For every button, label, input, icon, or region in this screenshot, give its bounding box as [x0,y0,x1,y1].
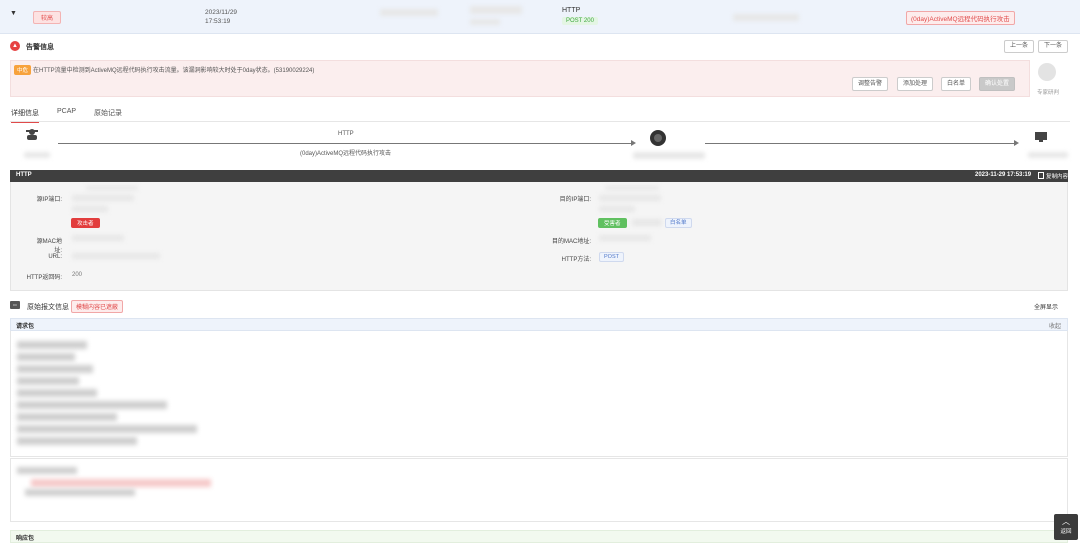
redacted-field [17,437,137,445]
redacted-field [17,353,75,361]
response-label: 响应包 [16,536,35,542]
redacted-field [86,186,138,190]
alert-summary-box: 中危 在HTTP流量中检测到ActiveMQ远程代码执行攻击流量。该漏洞影响较大… [10,60,1030,97]
flow-attack-label: (0day)ActiveMQ远程代码执行攻击 [300,151,392,157]
redacted-field [470,19,500,25]
request-header[interactable]: 请求包 收起 [10,318,1068,331]
copy-content-button[interactable]: 复制内容 [1046,172,1068,180]
dst-ip-label: 目的IP端口: [559,197,591,203]
flow-protocol-label: HTTP [338,131,354,137]
src-ip-label: 源IP端口: [36,197,62,203]
http-detail-panel [10,182,1068,291]
redacted-field [17,401,167,409]
url-label: URL: [48,254,62,260]
http-detail-bar: HTTP 2023-11-29 17:53:19 复制内容 [10,170,1068,182]
whitelist-button[interactable]: 白名单 [941,77,972,91]
raw-packet-title: 原始报文信息 [27,304,69,311]
http-method-label: HTTP方法: [561,257,591,263]
redacted-field [72,206,108,212]
request-payload [10,458,1068,522]
expert-label[interactable]: 专家研判 [1037,88,1059,96]
redacted-field [24,152,50,158]
confirm-handling-button[interactable]: 确认处置 [979,77,1016,91]
redacted-field [17,341,87,349]
redacted-field [17,389,97,397]
redacted-field [72,253,160,259]
flow-arrow-line [705,143,1015,144]
redacted-field [380,9,438,16]
severity-badge: 较高 [33,11,62,24]
redacted-field [605,186,659,190]
redacted-field [17,365,93,373]
redacted-field [17,467,77,474]
request-label: 请求包 [16,324,35,330]
response-header[interactable]: 响应包 [10,530,1068,543]
add-handling-button[interactable]: 添加处理 [897,77,934,91]
flow-arrow-head-icon [631,140,636,146]
http-bar-label: HTTP [16,172,32,178]
redacted-field [72,195,134,201]
request-toggle[interactable]: 收起 [1049,321,1061,330]
prev-button[interactable]: 上一条 [1004,40,1035,53]
back-to-top-button[interactable]: ︿ 返回 [1054,514,1078,540]
alert-title-tag: (0day)ActiveMQ远程代码执行攻击 [906,11,1015,25]
redacted-field [599,206,635,212]
risk-level-badge: 中危 [14,65,32,75]
redacted-field [1028,152,1068,158]
redacted-field [17,377,79,385]
target-server-icon [650,130,666,146]
alert-date: 2023/11/29 [205,9,238,16]
redacted-field [599,235,651,241]
redacted-field [72,235,124,241]
redacted-payload-highlight [31,479,211,487]
http-method-value: POST [599,252,624,262]
flow-arrow-line [58,143,632,144]
chevron-up-icon: ︿ [1062,517,1070,526]
request-body [10,331,1068,457]
redacted-field [632,219,662,226]
src-mac-label: 源MAC地址: [36,239,62,254]
fullscreen-button[interactable]: 全屏显示 [1034,302,1058,311]
monitor-icon [1035,132,1047,142]
http-status-label: HTTP返回码: [26,275,62,281]
flow-arrow-head-icon [1014,140,1019,146]
row-method: POST [566,18,583,24]
attacker-icon [26,129,38,140]
alert-datetime: 2023/11/29 17:53:19 [205,8,237,26]
victim-tag: 受害者 [598,218,627,228]
raw-packet-note: 模糊内容已遮蔽 [71,300,124,313]
alert-list-row[interactable]: ▼ 较高 2023/11/29 17:53:19 HTTP POST 200 (… [0,0,1080,34]
back-to-top-label: 返回 [1060,529,1072,535]
redacted-field [17,413,117,421]
row-protocol: HTTP [562,7,581,14]
next-button[interactable]: 下一条 [1038,40,1069,53]
redacted-field [599,195,661,201]
collapse-caret-icon[interactable]: ▼ [10,10,17,17]
tab-pcap[interactable]: PCAP [57,108,76,115]
attacker-tag: 攻击者 [71,218,100,228]
http-bar-timestamp: 2023-11-29 17:53:19 [975,172,1032,178]
redacted-field [733,14,799,21]
tab-divider [10,121,1070,122]
tab-raw-record[interactable]: 原始记录 [94,108,122,118]
copy-icon[interactable] [1038,172,1044,179]
whitelist-tag-button[interactable]: 白名单 [665,218,692,228]
warning-icon: ▲ [10,41,20,51]
dst-mac-label: 目的MAC地址: [551,239,591,245]
alert-description: 在HTTP流量中检测到ActiveMQ远程代码执行攻击流量。该漏洞影响较大时处于… [33,68,315,74]
redacted-field [25,489,135,496]
packet-icon: ▭ [10,301,20,309]
adjust-alert-button[interactable]: 调整告警 [852,77,889,91]
row-method-status: POST 200 [562,17,598,25]
redacted-field [633,152,705,159]
section-title: 告警信息 [26,44,54,51]
alert-time: 17:53:19 [205,18,231,25]
redacted-field [17,425,197,433]
expert-avatar-icon[interactable] [1038,63,1056,81]
redacted-field [470,6,522,14]
http-status-value: 200 [72,272,83,278]
row-status: 200 [583,18,594,24]
